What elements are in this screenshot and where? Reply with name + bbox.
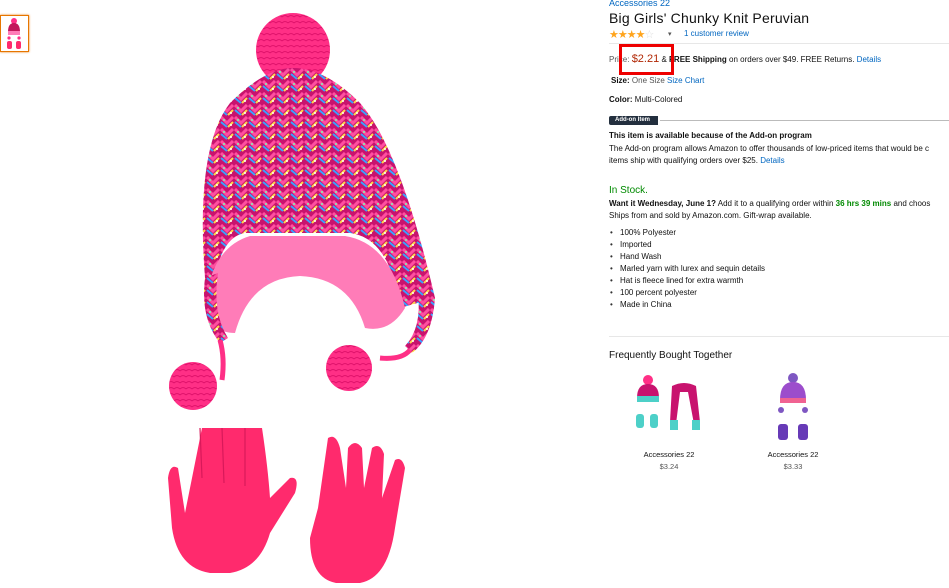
product-main-image[interactable] (150, 8, 450, 586)
frequently-bought-title: Frequently Bought Together (609, 350, 733, 361)
fbt-item-name[interactable]: Accessories 22 (748, 450, 838, 459)
addon-title: This item is available because of the Ad… (609, 131, 812, 140)
shipping-details-link[interactable]: Details (857, 55, 881, 64)
shipping-text: on orders over $49. FREE Returns. (729, 55, 855, 64)
empty-star-icon: ☆ (644, 29, 654, 41)
chevron-down-icon[interactable]: ▾ (668, 30, 672, 38)
size-row: Size: One Size Size Chart (611, 76, 704, 85)
addon-text-line-1: The Add-on program allows Amazon to offe… (609, 144, 930, 153)
list-item: Hand Wash (609, 251, 765, 263)
delivery-info: Want it Wednesday, June 1? Add it to a q… (609, 199, 931, 220)
brand-link[interactable]: Accessories 22 (609, 0, 670, 8)
filled-stars-icon: ★★★★ (609, 29, 645, 41)
list-item: 100% Polyester (609, 227, 765, 239)
addon-details-link[interactable]: Details (760, 156, 784, 165)
fbt-item[interactable]: Accessories 22 $3.33 (748, 372, 838, 471)
color-row: Color: Multi-Colored (609, 95, 682, 104)
image-thumbnail[interactable] (0, 15, 29, 52)
list-item: 100 percent polyester (609, 287, 765, 299)
color-label: Color: (609, 95, 633, 104)
color-value: Multi-Colored (634, 95, 683, 104)
product-title: Big Girls' Chunky Knit Peruvian (609, 10, 810, 26)
size-label: Size: (611, 76, 630, 85)
countdown: 36 hrs 39 mins (835, 199, 892, 208)
ships-from: Ships from and sold by Amazon.com. Gift-… (609, 211, 812, 220)
fbt-item-image[interactable] (624, 372, 714, 444)
size-chart-link[interactable]: Size Chart (667, 76, 704, 85)
list-item: Marled yarn with lurex and sequin detail… (609, 263, 765, 275)
fbt-item-price: $3.24 (659, 462, 679, 471)
fbt-item-name[interactable]: Accessories 22 (624, 450, 714, 459)
size-value: One Size (631, 76, 665, 85)
free-shipping-label: FREE Shipping (669, 55, 727, 64)
addon-description: The Add-on program allows Amazon to offe… (609, 143, 949, 167)
fbt-item-image[interactable] (748, 372, 838, 444)
star-rating[interactable]: ★★★★☆ (609, 28, 654, 41)
in-stock-status: In Stock. (609, 185, 648, 196)
list-item: Made in China (609, 299, 765, 311)
addon-badge: Add-on Item (609, 116, 658, 125)
feature-bullets: 100% Polyester Imported Hand Wash Marled… (609, 227, 765, 311)
addon-text-line-2: items ship with qualifying orders over $… (609, 156, 785, 165)
price-highlight-box (619, 44, 674, 75)
fbt-item-price: $3.33 (783, 462, 803, 471)
want-it-date: Want it Wednesday, June 1? (609, 199, 716, 208)
addon-divider (660, 120, 949, 121)
list-item: Imported (609, 239, 765, 251)
divider (609, 336, 949, 337)
list-item: Hat is fleece lined for extra warmth (609, 275, 765, 287)
customer-review-link[interactable]: 1 customer review (684, 29, 749, 38)
fbt-item[interactable]: Accessories 22 $3.24 (624, 372, 714, 471)
